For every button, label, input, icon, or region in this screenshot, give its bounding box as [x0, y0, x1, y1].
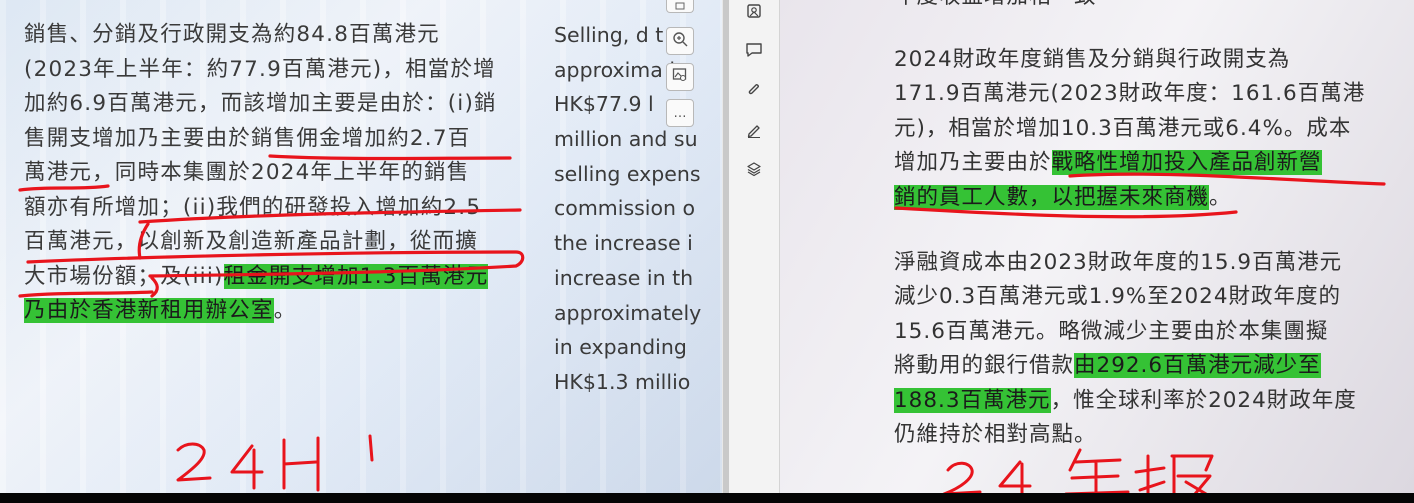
english-line: approximately	[554, 300, 702, 325]
text-line: 將動用的銀行借款由292.6百萬港元減少至	[894, 349, 1388, 383]
pen-icon	[746, 122, 762, 142]
text-line: 百萬港元，以創新及創造新產品計劃，從而擴	[24, 225, 524, 260]
english-line: the increase i	[554, 231, 693, 256]
text-run: 減少0.3百萬港元或1.9%至2024財政年度的	[894, 284, 1342, 310]
chinese-text-column: 銷售、分銷及行政開支為約84.8百萬港元 (2023年上半年：約77.9百萬港元)…	[24, 18, 524, 329]
right-document-pane[interactable]: 年度收益增加相一致 2024財政年度銷售及分銷與行政開支為 171.9百萬港元(2…	[780, 0, 1414, 493]
text-line: (2023年上半年：約77.9百萬港元)，相當於增	[24, 53, 524, 88]
text-run: 加約6.9百萬港元，而該增加主要是由於：(i)銷	[24, 91, 497, 116]
text-run: 額亦有所增加；(ii)我們的研發投入增加約2.5	[24, 194, 482, 220]
highlighted-text: 租金開支增加1.3百萬港元	[223, 263, 489, 289]
text-run: ，惟全球利率於2024財政年度	[1050, 387, 1357, 413]
more-button[interactable]: …	[666, 99, 694, 127]
text-run: 。	[273, 298, 297, 323]
text-run: 元)，相當於增加10.3百萬港元或6.4%。成本	[894, 115, 1352, 141]
text-run: 增加乃主要由於	[894, 150, 1052, 176]
more-icon: …	[673, 105, 687, 121]
english-line: selling expens	[554, 161, 701, 186]
attach-tool-button[interactable]	[743, 81, 765, 103]
image-search-button[interactable]	[666, 63, 694, 91]
image-search-icon	[672, 67, 688, 87]
comment-tool-button[interactable]	[743, 41, 765, 63]
text-line: 萬港元，同時本集團於2024年上半年的銷售	[24, 156, 524, 191]
text-line: 銷售、分銷及行政開支為約84.8百萬港元	[24, 18, 524, 53]
text-line: 售開支增加乃主要由於銷售佣金增加約2.7百	[24, 122, 524, 157]
paperclip-icon	[746, 81, 762, 103]
highlighted-text: 由292.6百萬港元減少至	[1074, 353, 1321, 379]
pdf-floating-tools: …	[666, 0, 694, 135]
text-run: 銷售、分銷及行政開支為約84.8百萬港元	[24, 22, 440, 47]
comment-icon	[745, 42, 763, 62]
text-line: 乃由於香港新租用辦公室。	[24, 294, 524, 329]
english-line: commission o	[554, 196, 696, 221]
text-run: 2024財政年度銷售及分銷與行政開支為	[894, 47, 1291, 72]
text-run: 售開支增加乃主要由於銷售佣金增加約2.7百	[24, 125, 471, 151]
text-line: 171.9百萬港元(2023財政年度：161.6百萬港	[894, 77, 1388, 111]
text-line: 增加乃主要由於戰略性增加投入產品創新營	[894, 146, 1388, 180]
highlighted-text: 乃由於香港新租用辦公室	[24, 298, 274, 323]
text-line: 15.6百萬港元。略微減少主要由於本集團擬	[894, 315, 1388, 349]
text-run: 15.6百萬港元。略微減少主要由於本集團擬	[894, 318, 1329, 344]
text-run: 大市場份額；及(iii)	[24, 263, 224, 289]
text-line: 大市場份額；及(iii)租金開支增加1.3百萬港元	[24, 260, 524, 295]
text-run: 。	[1209, 184, 1232, 210]
text-run: (2023年上半年：約77.9百萬港元)，相當於增	[24, 56, 496, 82]
text-line: 淨融資成本由2023財政年度的15.9百萬港元	[894, 246, 1388, 280]
image-tool-button[interactable]	[743, 2, 765, 24]
finance-cost-paragraph: 淨融資成本由2023財政年度的15.9百萬港元 減少0.3百萬港元或1.9%至20…	[894, 246, 1388, 452]
english-line: HK$1.3 millio	[554, 369, 691, 394]
text-line: 仍維持於相對高點。	[894, 418, 1388, 452]
text-line: 加約6.9百萬港元，而該增加主要是由於：(i)銷	[24, 87, 524, 122]
text-line: 銷的員工人數，以把握未來商機。	[894, 181, 1388, 215]
zoom-in-button[interactable]	[666, 27, 694, 55]
english-line: increase in th	[554, 265, 694, 290]
pen-tool-button[interactable]	[743, 121, 765, 143]
bottom-black-bar	[0, 493, 1414, 503]
text-line: 元)，相當於增加10.3百萬港元或6.4%。成本	[894, 112, 1388, 146]
text-run: 淨融資成本由2023財政年度的15.9百萬港元	[894, 250, 1343, 275]
cost-paragraph: 2024財政年度銷售及分銷與行政開支為 171.9百萬港元(2023財政年度：16…	[894, 43, 1388, 215]
highlighted-text: 銷的員工人數，以把握未來商機	[894, 184, 1210, 210]
collapsed-tool-button[interactable]	[666, 0, 694, 13]
text-run: 171.9百萬港元(2023財政年度：161.6百萬港	[894, 81, 1366, 107]
highlighted-text: 戰略性增加投入產品創新營	[1051, 150, 1322, 176]
text-line: 減少0.3百萬港元或1.9%至2024財政年度的	[894, 280, 1388, 314]
highlighted-text: 188.3百萬港元	[894, 387, 1051, 413]
text-line: 額亦有所增加；(ii)我們的研發投入增加約2.5	[24, 191, 524, 226]
text-run: 百萬港元，以創新及創造新產品計劃，從而擴	[24, 229, 479, 254]
text-line: 2024財政年度銷售及分銷與行政開支為	[894, 43, 1388, 77]
layers-icon	[746, 161, 762, 181]
partial-top-line: 年度收益增加相一致	[894, 0, 1388, 14]
text-run: 萬港元，同時本集團於2024年上半年的銷售	[24, 160, 470, 185]
text-line: 188.3百萬港元，惟全球利率於2024財政年度	[894, 384, 1388, 418]
left-document-pane[interactable]: 銷售、分銷及行政開支為約84.8百萬港元 (2023年上半年：約77.9百萬港元)…	[0, 0, 722, 493]
layers-tool-button[interactable]	[743, 160, 765, 182]
image-icon	[746, 3, 762, 23]
zoom-in-icon	[672, 31, 688, 51]
text-run: 將動用的銀行借款	[894, 353, 1075, 379]
english-line: in expanding	[554, 335, 687, 360]
annotation-sidebar	[729, 0, 780, 493]
text-run: 仍維持於相對高點。	[894, 421, 1097, 447]
